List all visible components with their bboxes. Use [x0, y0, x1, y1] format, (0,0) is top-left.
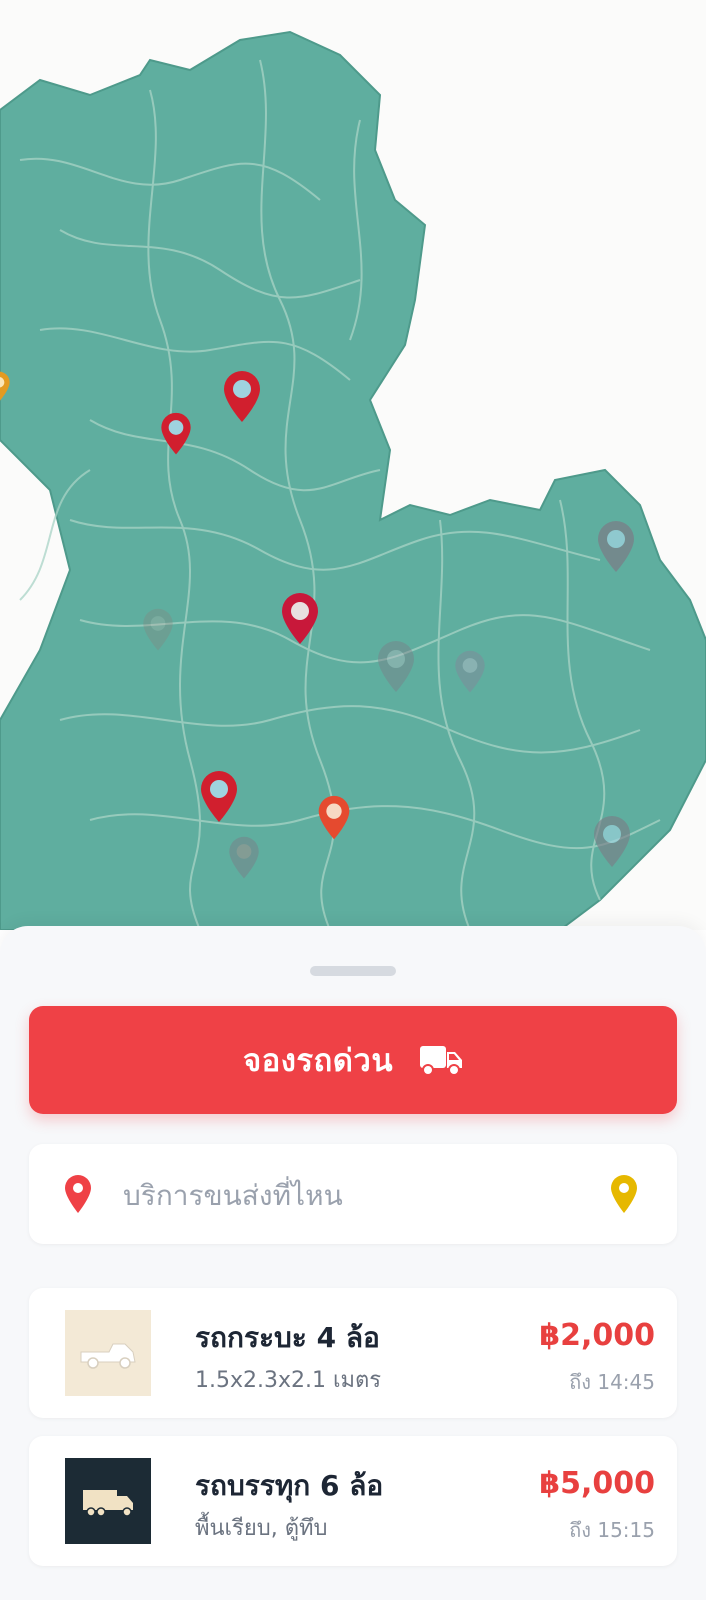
- map-pin-icon[interactable]: [140, 605, 176, 655]
- cargo-truck-icon: [65, 1458, 151, 1544]
- map-pin-icon[interactable]: [278, 592, 322, 646]
- vehicle-name: รถบรรทุก 6 ล้อ: [195, 1469, 384, 1502]
- vehicle-eta: ถึง 14:45: [569, 1370, 655, 1394]
- map-pin-icon[interactable]: [452, 648, 488, 696]
- map-pin-icon[interactable]: [315, 795, 353, 841]
- map-pin-icon[interactable]: [226, 835, 262, 881]
- vehicle-eta: ถึง 15:15: [569, 1518, 655, 1542]
- map-pin-icon[interactable]: [0, 370, 12, 404]
- truck-icon: [419, 1043, 463, 1077]
- bottom-sheet: จองรถด่วน รถกร: [0, 926, 706, 1600]
- region-map: [0, 30, 706, 930]
- location-pin-icon: [63, 1174, 93, 1214]
- vehicle-price: ฿5,000: [539, 1466, 655, 1501]
- vehicle-option-pickup[interactable]: รถกระบะ 4 ล้อ 1.5x2.3x2.1 เมตร ฿2,000 ถึ…: [29, 1288, 677, 1418]
- book-express-button[interactable]: จองรถด่วน: [29, 1006, 677, 1114]
- map-pin-icon[interactable]: [374, 640, 418, 694]
- map-pin-icon[interactable]: [220, 370, 264, 424]
- search-bar: [29, 1144, 677, 1244]
- vehicle-spec: พื้นเรียบ, ตู้ทึบ: [195, 1516, 328, 1541]
- map-pin-icon[interactable]: [197, 770, 241, 824]
- map-view[interactable]: [0, 0, 706, 930]
- map-pin-icon[interactable]: [594, 520, 638, 574]
- vehicle-price: ฿2,000: [539, 1318, 655, 1353]
- vehicle-spec: 1.5x2.3x2.1 เมตร: [195, 1368, 382, 1393]
- map-pin-icon[interactable]: [609, 1174, 639, 1214]
- pickup-truck-icon: [65, 1310, 151, 1396]
- book-express-label: จองรถด่วน: [242, 1043, 394, 1079]
- vehicle-name: รถกระบะ 4 ล้อ: [195, 1321, 380, 1354]
- map-pin-icon[interactable]: [590, 815, 634, 869]
- vehicle-option-truck[interactable]: รถบรรทุก 6 ล้อ พื้นเรียบ, ตู้ทึบ ฿5,000 …: [29, 1436, 677, 1566]
- map-pin-icon[interactable]: [158, 412, 194, 456]
- map-region: [0, 30, 706, 930]
- sheet-drag-handle[interactable]: [310, 966, 396, 976]
- search-input[interactable]: [121, 1164, 585, 1226]
